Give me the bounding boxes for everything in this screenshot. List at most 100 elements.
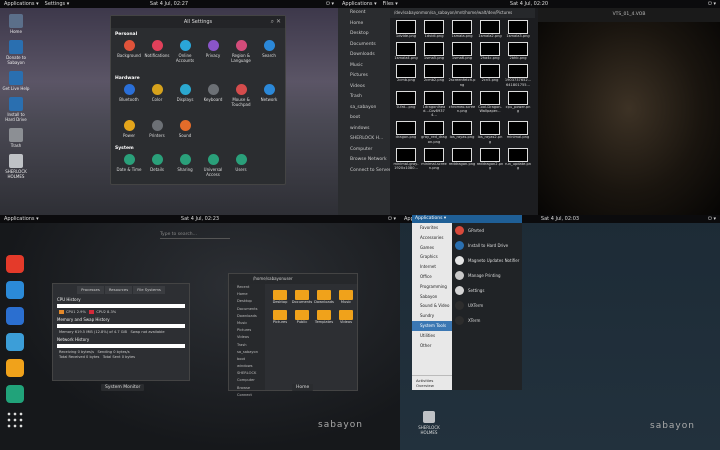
menu-category[interactable]: Games <box>412 243 452 253</box>
applications-menu[interactable]: Applications ▾ <box>4 1 39 7</box>
path-bar[interactable]: /dev/sabayonmon/sa_sabayon/mnt/home/walt… <box>390 8 535 18</box>
file-item[interactable]: 2screenfetch.png <box>448 64 476 87</box>
folder-item[interactable]: Public <box>291 310 313 324</box>
folder-item[interactable]: Templates <box>313 310 335 324</box>
menu-category[interactable]: Favorites <box>412 223 452 233</box>
sidebar-item[interactable]: Documents <box>229 306 265 313</box>
sidebar-item[interactable]: windows <box>229 363 265 370</box>
sidebar-item[interactable]: Computer <box>229 377 265 384</box>
file-item[interactable]: chromeo.screen.png <box>448 90 476 118</box>
menu-header[interactable]: Applications ▾ <box>412 215 522 223</box>
menu-category[interactable]: System Tools <box>412 320 452 331</box>
setting-region[interactable]: Region & Language <box>227 40 255 63</box>
menu-category[interactable]: Internet <box>412 262 452 272</box>
activities-overview-link[interactable]: Activities Overview <box>412 375 452 390</box>
sidebar-item[interactable]: Downloads <box>229 313 265 320</box>
window-caption-system-monitor[interactable]: System Monitor <box>101 384 145 391</box>
setting-universal-access[interactable]: Universal Access <box>199 154 227 177</box>
sidebar-item[interactable]: Music <box>338 61 390 72</box>
setting-background[interactable]: Background <box>115 40 143 63</box>
file-item[interactable]: minimal.png <box>504 121 532 143</box>
file-item[interactable]: 1sma6.png <box>448 42 476 60</box>
sidebar-item[interactable]: Browse Network <box>338 155 390 166</box>
calculator-icon[interactable] <box>6 333 24 351</box>
folder-item[interactable]: Videos <box>335 310 357 324</box>
desktop-icon-disc[interactable]: SHERLOCK HOLMES <box>412 411 446 435</box>
clock[interactable]: Sat 4 Jul, 02:03 <box>541 216 579 222</box>
file-item[interactable]: minimal-gray-1920x1080... <box>392 147 420 170</box>
clock[interactable]: Sat 4 Jul, 02:20 <box>510 1 548 7</box>
setting-mouse[interactable]: Mouse & Touchpad <box>227 84 255 107</box>
power-icon[interactable]: ⏻ ▾ <box>388 216 396 222</box>
sidebar-item[interactable]: Pictures <box>229 327 265 334</box>
menu-category[interactable]: Office <box>412 272 452 282</box>
menu-category[interactable]: Other <box>412 341 452 351</box>
close-icon[interactable]: ✕ <box>276 18 281 25</box>
setting-power[interactable]: Power <box>115 120 143 138</box>
setting-search[interactable]: Search <box>255 40 283 63</box>
file-item[interactable]: gray_red_dragon.png <box>420 121 448 144</box>
setting-details[interactable]: Details <box>143 154 171 177</box>
sidebar-item[interactable]: Videos <box>229 334 265 341</box>
desktop-icon-trash[interactable]: Trash <box>2 128 30 148</box>
tab-processes[interactable]: Processes <box>77 286 104 294</box>
file-item[interactable]: 1dvide.png <box>392 20 420 38</box>
setting-color[interactable]: Color <box>143 84 171 107</box>
file-item[interactable]: 1smala2.png <box>476 20 504 38</box>
file-item[interactable]: 2cn5.png <box>476 64 504 86</box>
file-item[interactable]: 2cmb2.png <box>420 64 448 86</box>
sidebar-item[interactable]: boot <box>338 113 390 124</box>
menu-category[interactable]: Sundry <box>412 311 452 321</box>
power-icon[interactable]: ⏻ ▾ <box>326 1 334 7</box>
sidebar-item[interactable]: SHERLOCK H... <box>338 134 390 145</box>
file-item[interactable]: 1smala.png <box>448 20 476 38</box>
folder-icon[interactable] <box>6 359 24 377</box>
sidebar-item[interactable]: Trash <box>338 92 390 103</box>
sidebar-item[interactable]: Desktop <box>229 298 265 305</box>
setting-users[interactable]: Users <box>227 154 255 177</box>
file-item[interactable]: cpu_power.png <box>504 90 532 118</box>
menu-app-item[interactable]: Install to Hard Drive <box>452 238 522 253</box>
menu-category[interactable]: Graphics <box>412 252 452 262</box>
menu-category[interactable]: Utilities <box>412 331 452 341</box>
clock[interactable]: Sat 4 Jul, 02:23 <box>181 216 219 222</box>
file-item[interactable]: 0-fat...png <box>392 90 420 118</box>
app-grid-icon[interactable] <box>6 411 24 429</box>
search-input[interactable]: Type to search... <box>160 232 230 239</box>
chrome-icon[interactable] <box>6 255 24 273</box>
file-item[interactable]: dragon.png <box>392 121 420 143</box>
menu-category[interactable]: Accessories <box>412 233 452 243</box>
menu-app-item[interactable]: Settings <box>452 283 522 298</box>
files-icon[interactable] <box>6 281 24 299</box>
file-item[interactable]: minimal-screen.png <box>420 147 448 170</box>
menu-category[interactable]: Sound & Video <box>412 301 452 311</box>
menu-app-item[interactable]: GParted <box>452 223 522 238</box>
setting-date-time[interactable]: Date & Time <box>115 154 143 177</box>
applications-menu[interactable]: Applications ▾ <box>342 1 377 7</box>
file-item[interactable]: 1903737652...641801755... <box>504 64 532 87</box>
sidebar-item[interactable]: Connect to Server <box>338 166 390 177</box>
folder-item[interactable]: Downloads <box>313 290 335 304</box>
file-item[interactable]: 2ha4c.png <box>476 42 504 60</box>
setting-printers[interactable]: Printers <box>143 120 171 138</box>
path-bar[interactable]: /home/sabayonuser <box>229 274 357 284</box>
sidebar-item[interactable]: Connect <box>229 392 265 399</box>
setting-bluetooth[interactable]: Bluetooth <box>115 84 143 107</box>
desktop-icon-install[interactable]: Install to Hard Drive <box>2 97 30 122</box>
sidebar-item[interactable]: Browse <box>229 385 265 392</box>
system-monitor-icon[interactable] <box>6 385 24 403</box>
window-caption-home[interactable]: Home <box>292 384 314 391</box>
menu-app-item[interactable]: Magneto Updates Notifier <box>452 253 522 268</box>
folder-item[interactable]: Desktop <box>269 290 291 304</box>
applications-menu[interactable]: Applications ▾ <box>4 216 39 222</box>
folder-item[interactable]: Music <box>335 290 357 304</box>
file-item[interactable]: reddragon.png <box>448 147 476 170</box>
video-frame[interactable] <box>538 22 720 215</box>
sidebar-item[interactable]: Home <box>338 19 390 30</box>
sidebar-item[interactable]: Music <box>229 320 265 327</box>
sidebar-item[interactable]: Desktop <box>338 29 390 40</box>
files-menu[interactable]: Files ▾ <box>383 1 398 7</box>
menu-category[interactable]: Sabayon <box>412 292 452 302</box>
setting-sound[interactable]: Sound <box>171 120 199 138</box>
file-item[interactable]: ios_rayas2.png <box>476 121 504 144</box>
